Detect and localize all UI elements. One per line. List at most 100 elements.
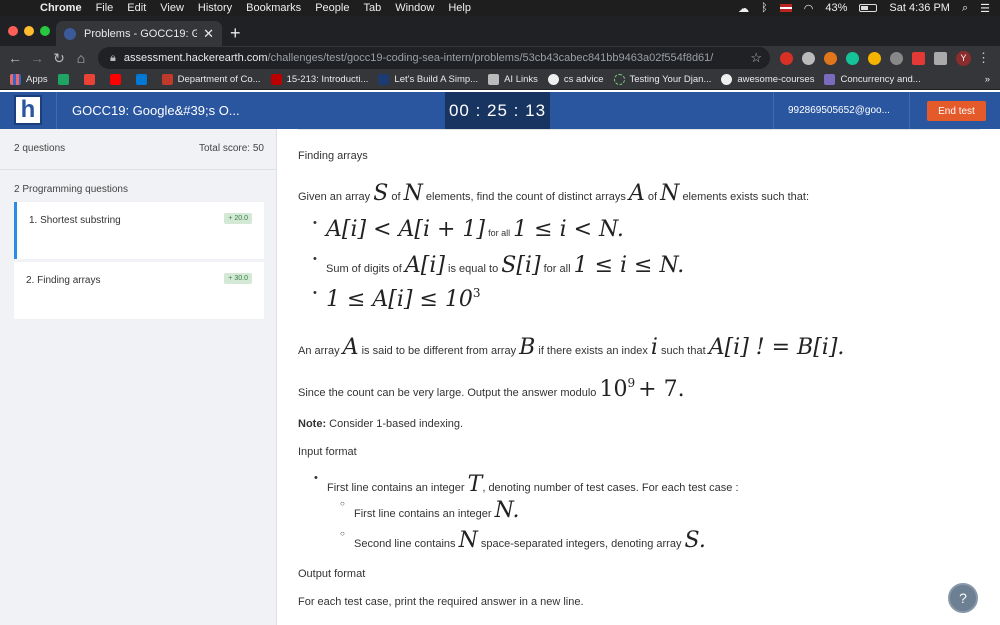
menu-bookmarks[interactable]: Bookmarks <box>246 2 301 14</box>
bookmark-lets-build[interactable]: Let's Build A Simp... <box>378 74 478 85</box>
bookmark-15-213[interactable]: 15-213: Introducti... <box>270 74 368 85</box>
text: Given an array <box>298 191 371 203</box>
test-title: GOCC19: Google&#39;s O... <box>72 103 240 118</box>
extension-gear-icon[interactable] <box>890 52 903 65</box>
flag-icon[interactable] <box>779 4 792 12</box>
sidebar-summary: 2 questions Total score: 50 <box>14 143 264 154</box>
forward-arrow-icon[interactable]: → <box>26 50 48 66</box>
hackerearth-logo[interactable]: h <box>14 95 42 125</box>
bookmark-youtube[interactable] <box>109 74 126 85</box>
url-host: assessment.hackerearth.com <box>123 52 268 64</box>
user-email[interactable]: 992869505652@goo... <box>788 105 890 116</box>
constraint-digit-sum: Sum of digits of A[i] is equal to S[i] f… <box>313 253 684 278</box>
chrome-menu-icon[interactable]: ⋮ <box>977 50 990 66</box>
gmail-icon <box>83 74 95 85</box>
menu-history[interactable]: History <box>198 2 232 14</box>
question-category: 2 Programming questions <box>14 184 128 195</box>
menu-file[interactable]: File <box>96 2 114 14</box>
close-window-button[interactable] <box>8 26 18 36</box>
question-label: 2. Finding arrays <box>26 275 101 286</box>
text: of <box>647 191 658 203</box>
spotlight-search-icon[interactable]: ⌕ <box>962 2 968 15</box>
math-bounds: 1 ≤ A[i] ≤ 10 <box>326 287 473 312</box>
profile-avatar[interactable]: Y <box>956 51 971 66</box>
bluetooth-icon[interactable]: ᛒ <box>761 2 768 14</box>
math-inequality: A[i] ! = B[i]. <box>708 335 845 360</box>
address-bar[interactable]: 🔒︎ assessment.hackerearth.com/challenges… <box>98 47 770 69</box>
extension-grammarly-icon[interactable] <box>846 52 859 65</box>
browser-toolbar: ← → ↻ ⌂ 🔒︎ assessment.hackerearth.com/ch… <box>0 46 1000 70</box>
math-N: N <box>660 181 680 206</box>
menu-edit[interactable]: Edit <box>127 2 146 14</box>
text: for all <box>488 228 511 238</box>
menu-tab[interactable]: Tab <box>363 2 381 14</box>
text: elements exists such that: <box>682 191 809 203</box>
menu-people[interactable]: People <box>315 2 349 14</box>
math-S: S <box>373 181 389 206</box>
question-score-badge: + 20.0 <box>224 213 252 224</box>
bookmark-star-icon[interactable]: ☆ <box>750 50 762 66</box>
bookmark-gmail[interactable] <box>83 74 100 85</box>
extension-tp-icon[interactable] <box>912 52 925 65</box>
extensions-puzzle-icon[interactable] <box>934 52 947 65</box>
text: , denoting number of test cases. For eac… <box>482 482 739 494</box>
zoom-window-button[interactable] <box>40 26 50 36</box>
back-arrow-icon[interactable]: ← <box>4 50 26 66</box>
end-test-button[interactable]: End test <box>927 101 986 121</box>
bookmark-concurrency[interactable]: Concurrency and... <box>824 74 921 85</box>
input-line-3: Second line contains N space-separated i… <box>340 528 706 553</box>
github-icon <box>547 74 559 85</box>
bookmark-drive[interactable] <box>57 74 74 85</box>
question-item-shortest-substring[interactable]: 1. Shortest substring + 20.0 <box>14 202 264 259</box>
clock[interactable]: Sat 4:36 PM <box>889 2 950 14</box>
math-N: N. <box>494 498 520 523</box>
minimize-window-button[interactable] <box>24 26 34 36</box>
new-tab-button[interactable]: + <box>230 23 241 44</box>
menu-view[interactable]: View <box>160 2 184 14</box>
battery-icon[interactable] <box>859 4 878 12</box>
menu-window[interactable]: Window <box>395 2 434 14</box>
menu-help[interactable]: Help <box>448 2 471 14</box>
question-item-finding-arrays[interactable]: 2. Finding arrays + 30.0 <box>14 262 264 319</box>
math-exponent: 3 <box>472 286 481 301</box>
problem-statement: Finding arrays Given an array S of N ele… <box>278 129 1000 625</box>
note-text: Consider 1-based indexing. <box>329 418 464 430</box>
extension-circle-icon[interactable] <box>802 52 815 65</box>
control-center-icon[interactable]: ☰ <box>980 2 990 15</box>
text: Sum of digits of <box>326 263 402 275</box>
bookmark-awesome-courses[interactable]: awesome-courses <box>721 74 814 85</box>
lock-icon[interactable]: 🔒︎ <box>110 52 116 65</box>
home-icon[interactable]: ⌂ <box>70 50 92 66</box>
cloud-icon[interactable]: ☁ <box>738 2 749 15</box>
bookmarks-overflow-icon[interactable]: » <box>985 74 990 85</box>
reload-icon[interactable]: ↻ <box>48 50 70 67</box>
total-score: Total score: 50 <box>198 143 264 154</box>
constraint-bounds: 1 ≤ A[i] ≤ 103 <box>313 286 481 312</box>
extension-shield-icon[interactable] <box>868 52 881 65</box>
browser-tab-active[interactable]: Problems - GOCC19: Google's ✕ <box>56 21 222 46</box>
text: elements, find the count of distinct arr… <box>425 191 626 203</box>
output-format-text: For each test case, print the required a… <box>298 596 584 608</box>
extension-fox-icon[interactable] <box>824 52 837 65</box>
bookmark-apps[interactable]: Apps <box>10 74 48 85</box>
input-format-heading: Input format <box>298 446 357 458</box>
extension-red-icon[interactable] <box>780 52 793 65</box>
wifi-icon[interactable]: ◠ <box>804 2 814 15</box>
menu-app-name[interactable]: Chrome <box>40 2 82 14</box>
help-icon[interactable]: ? <box>948 583 978 613</box>
dotted-circle-icon <box>613 74 625 85</box>
bookmark-outlook[interactable] <box>135 74 152 85</box>
difference-definition: An array A is said to be different from … <box>298 335 844 360</box>
bookmark-ai-links[interactable]: AI Links <box>488 74 538 85</box>
input-line-2: First line contains an integer N. <box>340 498 520 523</box>
bookmark-cs-advice[interactable]: cs advice <box>547 74 604 85</box>
math-range: 1 ≤ i < N. <box>513 217 624 242</box>
question-score-badge: + 30.0 <box>224 273 252 284</box>
close-tab-icon[interactable]: ✕ <box>203 26 214 42</box>
math-constraint: A[i] < A[i + 1] <box>326 217 486 242</box>
content-divider <box>298 129 980 130</box>
math-exponent: 9 <box>627 376 636 391</box>
bookmark-department[interactable]: Department of Co... <box>161 74 261 85</box>
header-divider <box>909 92 910 129</box>
bookmark-testing-django[interactable]: Testing Your Djan... <box>613 74 711 85</box>
